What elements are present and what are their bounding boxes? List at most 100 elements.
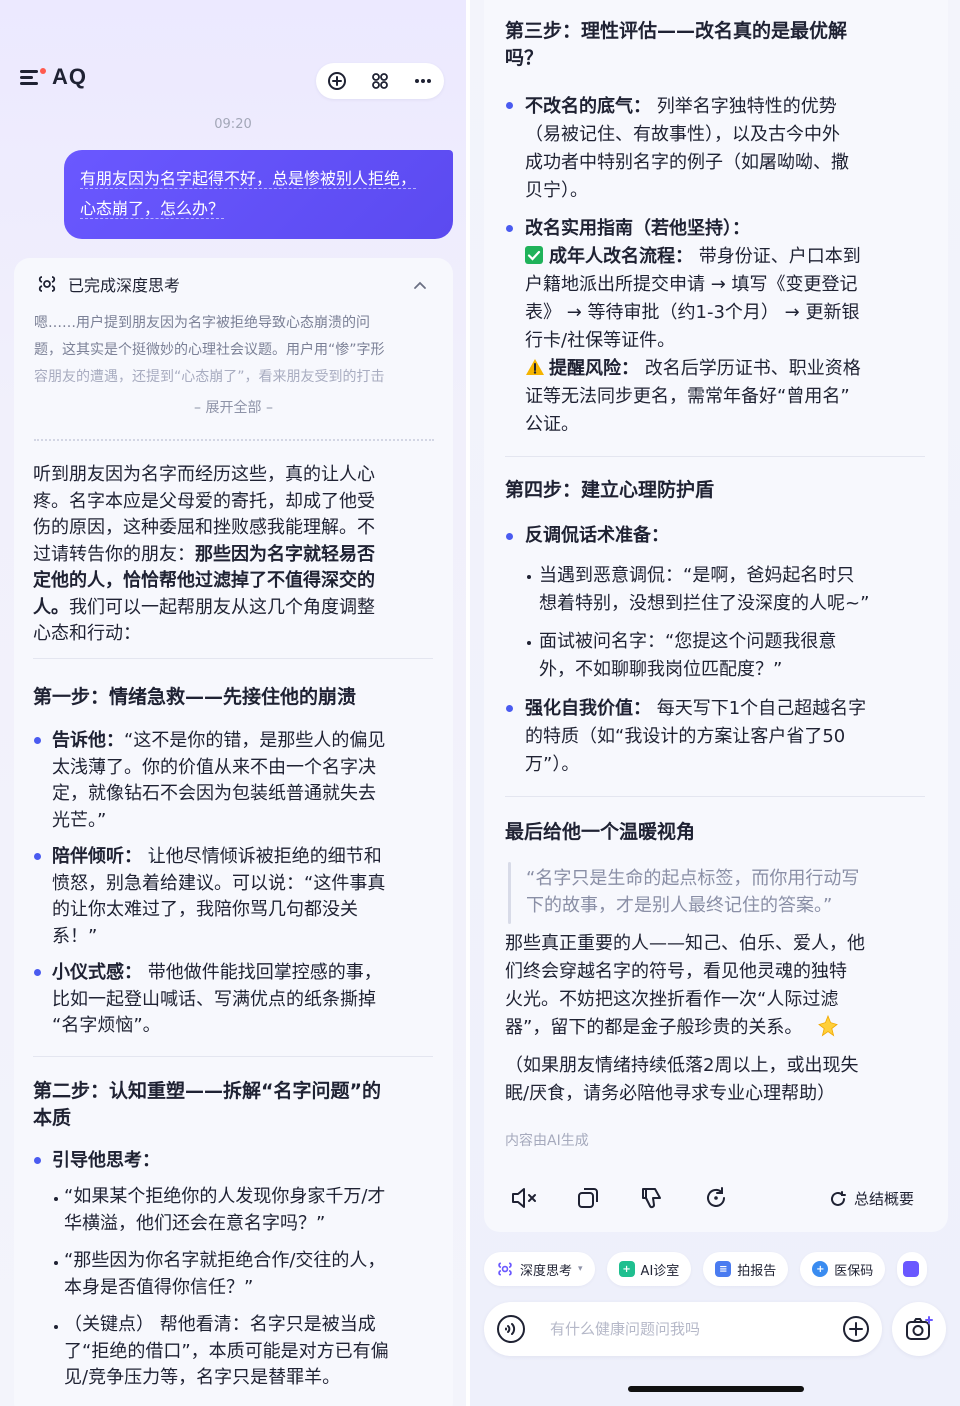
text-span: “这不是你的错，是那些人的偏见 [124,730,386,751]
text-line: （易被记住、有故事性），以及古今中外 [525,124,840,145]
bullet-dot [34,853,41,860]
camera-button[interactable] [892,1302,946,1356]
sub-bullet-dot [54,1197,58,1201]
bullet-dot [506,705,513,712]
text-line: 华横溢，他们还会在意名字吗？” [64,1212,326,1234]
text-line: 行卡/社保等证件。 [525,330,676,351]
feature-chip-row: 深度思考 ▾ + AI诊室 ≡ 拍报告 + 医保码 [484,1252,928,1286]
bullet-dot [34,1157,41,1164]
bullet-head: 告诉他： [52,730,124,751]
chip-more[interactable] [897,1252,928,1286]
step2-heading: 第二步：认知重塑——拆解“名字问题”的 本质 [33,1078,433,1132]
bullet-head: 陪伴倾听： [52,846,142,867]
text-line: 的让你太难过了，我陪你骂几句都没关 [52,899,358,920]
text-span: 过请转告你的朋友： [33,543,195,565]
heading-line: 第三步：理性评估——改名真的是最优解 [505,20,848,42]
regenerate-icon[interactable] [702,1184,730,1212]
thinking-line: 容朋友的遭遇，还提到“心态崩了”，看来朋友受到的打击 [34,369,385,385]
thumbs-down-icon[interactable] [638,1184,666,1212]
summary-label: 总结概要 [854,1190,915,1208]
add-icon[interactable] [842,1315,870,1343]
chip-deep-think[interactable]: 深度思考 ▾ [484,1252,595,1286]
more-icon[interactable] [409,67,437,95]
summary-button[interactable]: 总结概要 [828,1188,914,1209]
bullet-head: 强化自我价值： [525,698,651,719]
bullet-head: 提醒风险： [549,358,639,379]
text-line: “名字烦恼”。 [52,1015,161,1036]
final-heading: 最后给他一个温暖视角 [505,821,696,843]
bullet-head: 成年人改名流程： [549,246,693,267]
check-icon [525,246,543,264]
sparkle-icon [816,1014,840,1037]
divider [505,456,925,457]
sub-bullet-item: “如果某个拒绝你的人发现你身家千万/才 华横溢，他们还会在意名字吗？” [64,1184,444,1237]
heading-line: 吗？ [505,47,544,69]
bullet-dot [506,533,513,540]
text-line: 火光。不妨把这次挫折看作一次“人际过滤 [505,989,839,1010]
chip-insurance-code[interactable]: + 医保码 [800,1252,886,1286]
ai-generated-note: 内容由AI生成 [505,1133,589,1149]
home-indicator[interactable] [628,1386,804,1392]
menu-icon[interactable] [20,66,46,88]
text-line: “如果某个拒绝你的人发现你身家千万/才 [64,1186,386,1207]
final-paragraph: 那些真正重要的人——知己、伯乐、爱人，他 们终会穿越名字的符号，看见他灵魂的独特… [505,930,935,1042]
checklist-item: 成年人改名流程： 带身份证、户口本到 户籍地派出所提交申请 → 填写《变更登记 … [525,243,935,439]
voice-icon[interactable] [496,1314,526,1344]
apps-icon[interactable] [366,67,394,95]
text-line: 系！” [52,925,98,947]
app-name: AQ [52,64,87,89]
text-line: 过请转告你的朋友：那些因为名字就轻易否 [33,542,433,569]
text-line: 了“拒绝的借口”，本质可能是对方已有偏 [64,1340,389,1362]
app-logo: AQ [20,64,87,90]
mute-icon[interactable] [510,1184,538,1212]
thinking-line: 嗯……用户提到朋友因为名字被拒绝导致心态崩溃的问 [34,315,370,331]
expand-all-button[interactable]: – 展开全部 – [14,397,453,417]
text-span: 带他做件能找回掌控感的事， [142,962,382,983]
text-line: 公证。 [525,414,579,435]
bullet-head: 引导他思考： [52,1150,160,1171]
chat-input-bar [484,1302,882,1356]
text-line: 愤怒，别急着给建议。可以说：“这件事真 [52,872,386,894]
warning-icon [525,357,545,375]
quote-bar [508,862,511,924]
chip-ai-clinic[interactable]: + AI诊室 [606,1252,692,1286]
thinking-summary: 嗯……用户提到朋友因为名字被拒绝导致心态崩溃的问 题，这其实是个挺微妙的心理社会… [34,310,436,391]
sub-bullet-item: 面试被问名字：“您提这个问题我很意 外，不如聊聊我岗位匹配度？” [539,628,939,684]
text-span: 我们可以一起帮朋友从这几个角度调整 [69,596,375,618]
sub-bullet-item: “那些因为你名字就拒绝合作/交往的人， 本身是否值得你信任？” [64,1248,444,1301]
copy-icon[interactable] [574,1184,602,1212]
thinking-line: 题，这其实是个挺微妙的心理社会议题。用户用“惨”字形 [34,342,385,358]
text-line: 本身是否值得你信任？” [64,1276,254,1298]
divider [505,796,925,797]
more-chip-icon [903,1261,920,1277]
chip-label: 深度思考 [520,1263,573,1279]
text-line: 人。我们可以一起帮朋友从这几个角度调整 [33,595,433,622]
text-line: 户籍地派出所提交申请 → 填写《变更登记 [525,274,858,295]
user-message-bubble[interactable]: 有朋友因为名字起得不好，总是惨被别人拒绝， 心态崩了，怎么办？ [64,150,453,239]
insurance-icon: + [812,1261,829,1277]
top-action-group [316,63,444,99]
user-message-line: 有朋友因为名字起得不好，总是惨被别人拒绝， [80,169,417,189]
bullet-dot [34,737,41,744]
text-span: 列举名字独特性的优势 [651,96,837,117]
chip-scan-report[interactable]: ≡ 拍报告 [703,1252,789,1286]
text-line: （如果朋友情绪持续低落2周以上，或出现失 [505,1055,859,1076]
left-screen: AQ 09:20 有朋友因为名字起得不好，总是惨被别人拒绝， 心态崩了，怎么办？… [0,0,466,1406]
text-span: 让他尽情倾诉被拒绝的细节和 [142,846,382,867]
quote-line: 下的故事，才是别人最终记住的答案。” [526,895,833,916]
chevron-up-icon[interactable] [413,280,427,290]
quote-block: “名字只是生命的起点标签，而你用行动写 下的故事，才是别人最终记住的答案。” [526,865,936,919]
chat-input[interactable] [550,1316,830,1342]
text-line: 心态和行动： [33,623,141,644]
text-line: 万”）。 [525,754,580,775]
thinking-header[interactable]: 已完成深度思考 [36,272,180,296]
step1-heading: 第一步：情绪急救——先接住他的崩溃 [33,686,357,708]
divider [33,1056,433,1057]
text-line: 见/竞争压力等，名字只是替罪羊。 [64,1367,341,1388]
deep-think-icon [498,1262,512,1276]
new-chat-icon[interactable] [323,67,351,95]
sub-bullet-dot [527,575,531,579]
camera-icon [906,1316,933,1340]
bullet-dot [506,102,513,109]
text-line: 那些真正重要的人——知己、伯乐、爱人，他 [505,933,865,954]
